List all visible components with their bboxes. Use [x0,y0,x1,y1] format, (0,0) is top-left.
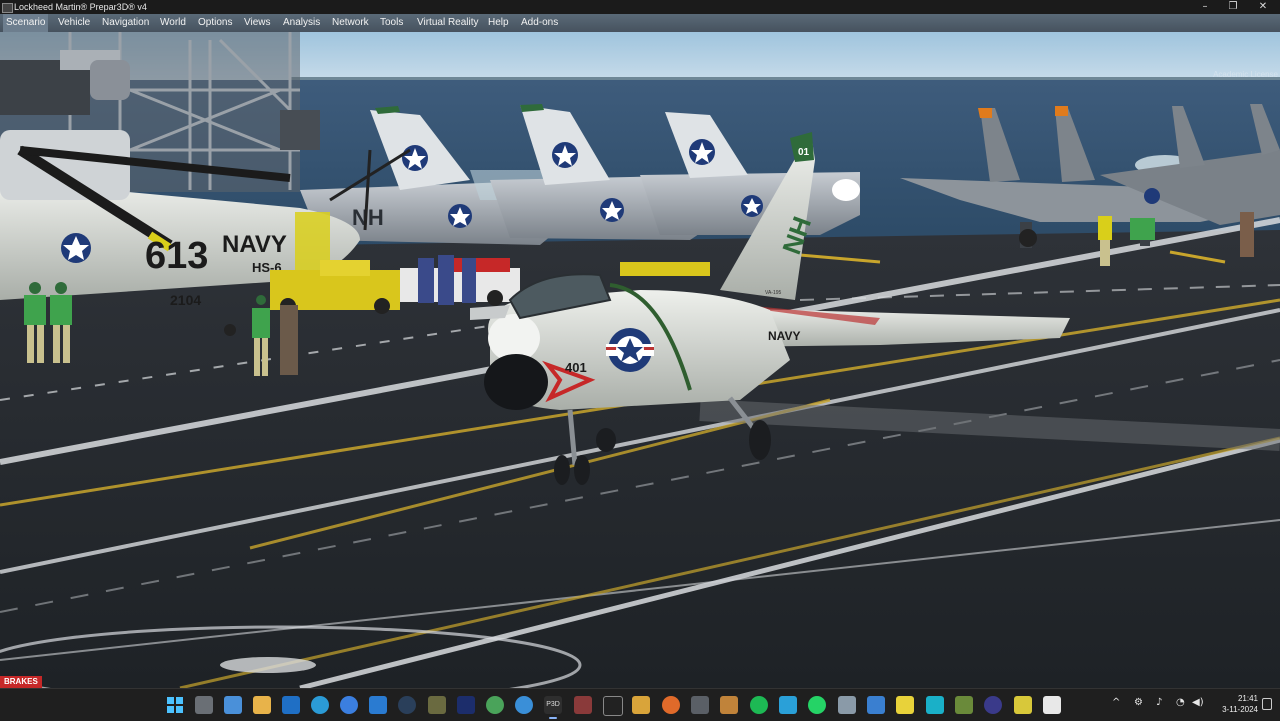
edge-beta-icon[interactable] [340,696,358,714]
wifi-icon[interactable]: ◔ [1176,697,1185,708]
system-clock[interactable]: 21:41 3-11-2024 [1222,693,1258,715]
title-bar: Lockheed Martin® Prepar3D® v4 – ❐ ✕ [0,0,1280,14]
nvidia-icon[interactable] [955,696,973,714]
app-icon-2[interactable] [457,696,475,714]
pages-icon[interactable] [1043,696,1061,714]
menu-analysis[interactable]: Analysis [283,14,320,32]
menu-tools[interactable]: Tools [380,14,403,32]
app-icon-3[interactable] [926,696,944,714]
menu-help[interactable]: Help [488,14,509,32]
nose-number: 401 [565,360,587,375]
simulator-viewport[interactable]: NH 613 NAVY HS-6 2104 01 NH 401 NAVY VA-… [0,32,1280,688]
mail-icon[interactable] [224,696,242,714]
helo-marking: NAVY [222,231,287,258]
menu-virtual-reality[interactable]: Virtual Reality [417,14,479,32]
brakes-indicator: BRAKES [0,676,42,688]
media-icon[interactable] [720,696,738,714]
g2-icon[interactable] [779,696,797,714]
horizon-land [290,77,1280,80]
app-icon-1[interactable] [428,696,446,714]
window-title: Lockheed Martin® Prepar3D® v4 [14,2,147,12]
helo-bureau: 2104 [170,292,201,308]
star-icon[interactable] [896,696,914,714]
menu-network[interactable]: Network [332,14,369,32]
steam-icon[interactable] [398,696,416,714]
squadron-label: VA-195 [765,290,782,296]
maximize-button[interactable]: ❐ [1218,0,1248,14]
whatsapp-icon[interactable] [808,696,826,714]
menu-bar: Scenario Vehicle Navigation World Option… [0,14,1280,33]
modex-number: 01 [798,147,810,158]
minimize-button[interactable]: – [1190,0,1220,14]
music-icon[interactable] [632,696,650,714]
taskbar: P3D ^ ⚙ ♪ ◔ ◀) 21:41 3-11-2024 [0,688,1280,721]
menu-world[interactable]: World [160,14,186,32]
paint-icon[interactable] [867,696,885,714]
edge-icon[interactable] [311,696,329,714]
menu-add-ons[interactable]: Add-ons [521,14,558,32]
menu-options[interactable]: Options [198,14,232,32]
scene-graphics: NH 613 NAVY HS-6 2104 01 NH 401 NAVY VA-… [0,32,1280,688]
parked-tail-code: NH [352,205,384,230]
onedrive-icon[interactable] [515,696,533,714]
notification-bell-icon[interactable] [1262,698,1272,710]
plane-icon[interactable] [691,696,709,714]
menu-views[interactable]: Views [244,14,271,32]
spotify-icon[interactable] [750,696,768,714]
menu-navigation[interactable]: Navigation [102,14,149,32]
close-button[interactable]: ✕ [1248,0,1278,14]
network-tray-icon[interactable]: ⚙ [1134,697,1143,708]
windows-start-icon[interactable] [166,696,184,714]
app-icon [2,3,13,13]
clock-date: 3-11-2024 [1222,705,1258,714]
p3d-icon[interactable]: P3D [544,696,562,719]
sync-icon[interactable] [369,696,387,714]
game-icon[interactable] [574,696,592,714]
task-view-icon[interactable] [195,696,213,714]
menu-scenario[interactable]: Scenario [3,14,49,32]
menu-vehicle[interactable]: Vehicle [58,14,90,32]
chevron-up-icon[interactable]: ^ [1112,697,1120,708]
microphone-icon[interactable]: ♪ [1156,697,1162,708]
notes-icon[interactable] [1014,696,1032,714]
volume-icon[interactable]: ◀) [1192,697,1204,708]
fuselage-marking: NAVY [768,329,800,343]
g-icon[interactable] [603,696,623,716]
outlook-icon[interactable] [282,696,300,714]
moon-icon[interactable] [984,696,1002,714]
xbox-icon[interactable] [486,696,504,714]
folder-icon[interactable] [253,696,271,714]
helo-number: 613 [145,235,208,277]
license-label: Academic License [1213,70,1278,79]
clock-time: 21:41 [1237,694,1258,703]
firefox-icon[interactable] [662,696,680,714]
camera-icon[interactable] [838,696,856,714]
